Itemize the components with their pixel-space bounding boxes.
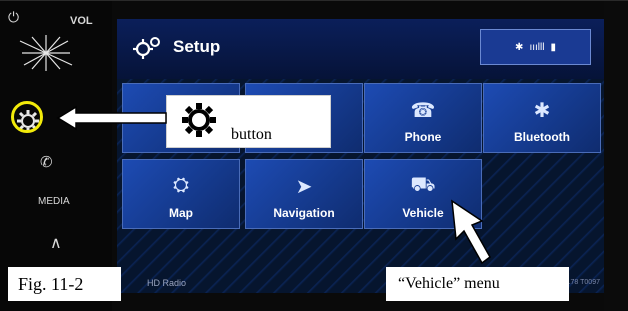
touchscreen: Setup ✱ ııılll ▮ ⚙ G ☎ Phone ✱ Bluetooth <box>117 19 604 293</box>
hd-radio-logo: HD Radio <box>147 278 187 288</box>
status-indicators: ✱ ııılll ▮ <box>480 29 591 65</box>
highlight-circle <box>11 101 43 133</box>
head-unit: ⏻ VOL ✆ MEDIA ∧ Setup ✱ ııılll ▮ ☎ Phone… <box>0 0 628 311</box>
tile-bluetooth[interactable]: ✱ Bluetooth <box>483 83 601 153</box>
phone-hard-button[interactable]: ✆ <box>40 153 53 171</box>
signal-strength-icon: ııılll <box>529 41 545 53</box>
callout-label: button <box>231 126 272 143</box>
volume-knob[interactable] <box>18 35 74 71</box>
vehicle-menu-label: “Vehicle” menu <box>386 267 569 301</box>
tile-phone[interactable]: ☎ Phone <box>364 83 482 153</box>
screen-header: Setup ✱ ııılll ▮ <box>117 19 604 79</box>
setup-gear-icon <box>133 37 160 59</box>
tile-label: Bluetooth <box>514 130 570 144</box>
media-hard-button[interactable]: MEDIA <box>38 196 70 207</box>
vehicle-icon: ⛟ <box>410 174 436 196</box>
tile-map[interactable]: ⛭ Map <box>122 159 240 229</box>
up-arrow-icon <box>451 199 491 265</box>
phone-icon: ☎ <box>410 100 436 122</box>
battery-icon: ▮ <box>550 41 556 53</box>
tile-navigation[interactable]: ➤ Navigation <box>245 159 363 229</box>
figure-label: Fig. 11-2 <box>8 267 121 301</box>
power-button[interactable]: ⏻ <box>8 9 19 26</box>
bluetooth-icon: ✱ <box>533 100 551 122</box>
tile-label: Navigation <box>273 206 335 220</box>
button-callout: button <box>166 95 331 148</box>
bluetooth-status-icon: ✱ <box>515 41 524 53</box>
up-hard-button[interactable]: ∧ <box>50 233 62 253</box>
tile-label: Phone <box>404 130 442 144</box>
gear-icon <box>182 103 216 137</box>
navigation-icon: ➤ <box>295 176 313 198</box>
vol-label: VOL <box>70 15 93 27</box>
map-icon: ⛭ <box>173 174 189 196</box>
page-title: Setup <box>173 37 221 56</box>
tile-label: Map <box>169 206 193 220</box>
left-arrow-icon <box>56 105 167 131</box>
right-bezel <box>604 1 628 311</box>
